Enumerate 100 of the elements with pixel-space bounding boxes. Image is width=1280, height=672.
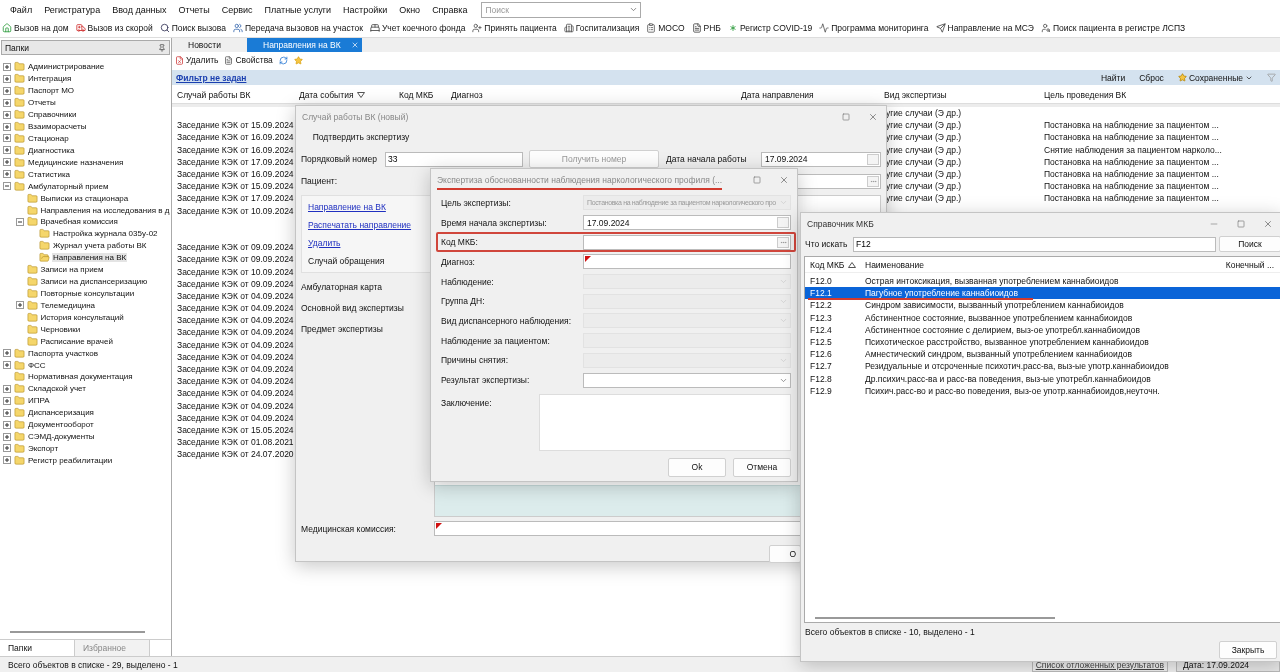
- tree-item[interactable]: Диагностика: [27, 145, 76, 155]
- date-field[interactable]: 17.09.2024: [761, 151, 881, 167]
- ok-button[interactable]: Ok: [668, 457, 726, 477]
- list-row[interactable]: F12.3 Абстинентное состояние, вызванное употреблением каннабиоидов: [805, 311, 1280, 324]
- tree-item[interactable]: Записи на диспансеризацию: [39, 277, 149, 287]
- document-tab[interactable]: Направления на ВК: [247, 38, 362, 52]
- tree-item[interactable]: ФСС: [27, 360, 47, 370]
- toolbar-button[interactable]: Регистр COVID-19: [727, 23, 813, 33]
- toolbar-button[interactable]: Вызов на дом: [2, 23, 69, 33]
- maximize-icon[interactable]: [842, 113, 850, 121]
- close-icon[interactable]: [1263, 219, 1273, 229]
- tree-item[interactable]: Настройка журнала 035у-02: [52, 229, 159, 239]
- expand-toggle[interactable]: [3, 349, 11, 358]
- expand-toggle[interactable]: [15, 301, 24, 310]
- tree-item[interactable]: Регистр реабилитации: [27, 455, 114, 465]
- lookup-field[interactable]: [583, 234, 791, 250]
- picker-button[interactable]: [777, 217, 789, 229]
- list-row[interactable]: F12.5 Психотическое расстройство, вызванное употреблением каннабиоидов: [805, 335, 1280, 349]
- expand-toggle[interactable]: [3, 361, 11, 369]
- column-header[interactable]: Дата события: [294, 90, 394, 100]
- toolbar-button[interactable]: Вызов из скорой: [75, 23, 153, 33]
- list-row[interactable]: F12.7 Резидуальные и отсроченные психотич.расс-ва, выз-ые употр.каннабиоидов: [805, 360, 1280, 373]
- dropdown-field[interactable]: [583, 372, 791, 388]
- expand-toggle[interactable]: [3, 86, 11, 95]
- browse-button[interactable]: [777, 236, 789, 248]
- refresh-icon[interactable]: [278, 55, 288, 65]
- tree-item[interactable]: Нормативная документация: [27, 372, 134, 382]
- tree-item[interactable]: Направления на исследования в д: [39, 205, 171, 215]
- filter-link[interactable]: Фильтр не задан: [176, 72, 247, 83]
- menu-item[interactable]: Регистратура: [38, 4, 107, 15]
- close-button[interactable]: Закрыть: [1219, 641, 1277, 659]
- tree-item[interactable]: Отчеты: [27, 98, 57, 108]
- toolbar-button[interactable]: Удалить: [175, 55, 219, 65]
- column-header[interactable]: Случай работы ВК: [172, 90, 294, 100]
- menu-item[interactable]: Окно: [393, 4, 427, 15]
- tree-item[interactable]: Интеграция: [27, 74, 73, 84]
- tree-item[interactable]: Телемедицина: [39, 300, 97, 310]
- column-header[interactable]: Наименование: [860, 259, 1200, 270]
- column-header[interactable]: Дата направления: [736, 90, 879, 100]
- link[interactable]: Удалить: [308, 234, 426, 252]
- toolbar-button[interactable]: МОСО: [646, 23, 685, 33]
- list-row[interactable]: F12.9 Психич.расс-во и расс-во поведения, выз-ое употр.каннабиоидов,неуточн.: [805, 384, 1280, 397]
- search-field[interactable]: Поиск: [481, 1, 642, 18]
- scrollbar-thumb[interactable]: [815, 617, 1055, 619]
- saved-filters-button[interactable]: Сохраненные: [1177, 72, 1253, 83]
- link[interactable]: Направление на ВК: [308, 198, 426, 216]
- ok-button[interactable]: O: [769, 545, 801, 563]
- tree-item[interactable]: Стационар: [27, 134, 70, 143]
- tree-item[interactable]: Журнал учета работы ВК: [52, 241, 148, 251]
- tree-item[interactable]: СЭМД-документы: [27, 432, 96, 442]
- star-icon[interactable]: [293, 55, 303, 65]
- column-header[interactable]: Цель проведения ВК: [1039, 90, 1280, 100]
- close-icon[interactable]: [868, 112, 878, 122]
- expand-toggle[interactable]: [3, 122, 11, 131]
- date-field[interactable]: 17.09.2024: [583, 215, 791, 231]
- reset-button[interactable]: Сброс: [1139, 72, 1164, 83]
- tree-item[interactable]: Паспорта участков: [27, 348, 100, 358]
- menu-item[interactable]: Файл: [4, 4, 39, 15]
- tree-item[interactable]: Направления на ВК: [52, 253, 128, 263]
- expand-toggle[interactable]: [3, 110, 11, 119]
- menu-item[interactable]: Настройки: [337, 4, 394, 15]
- toolbar-button[interactable]: Госпитализация: [563, 23, 640, 33]
- list-row[interactable]: F12.0 Острая интоксикация, вызванная употреблением каннабиоидов: [805, 275, 1280, 288]
- menu-item[interactable]: Отчеты: [172, 4, 216, 15]
- menu-item[interactable]: Ввод данных: [106, 4, 173, 15]
- expand-toggle[interactable]: [3, 396, 11, 405]
- collapse-toggle[interactable]: [15, 217, 24, 226]
- expand-toggle[interactable]: [3, 444, 11, 453]
- confirm-button[interactable]: Подтвердить экспертизу: [301, 128, 421, 146]
- tree-item[interactable]: Документооборот: [27, 420, 95, 430]
- collapse-toggle[interactable]: [3, 182, 11, 191]
- expand-toggle[interactable]: [3, 98, 11, 107]
- expand-toggle[interactable]: [3, 432, 11, 441]
- input-field[interactable]: [583, 254, 791, 270]
- tree-item[interactable]: Экспорт: [27, 443, 60, 453]
- tree-item[interactable]: Администрирование: [27, 62, 106, 72]
- browse-button[interactable]: [867, 175, 879, 187]
- link[interactable]: Распечатать направление: [308, 216, 426, 234]
- tree-item[interactable]: Повторные консультации: [39, 288, 136, 298]
- expand-toggle[interactable]: [3, 74, 11, 83]
- toolbar-button[interactable]: Принять пациента: [472, 23, 557, 33]
- menu-item[interactable]: Платные услуги: [258, 4, 338, 15]
- input-field[interactable]: 33: [385, 151, 523, 167]
- expand-toggle[interactable]: [3, 384, 11, 393]
- tree-item[interactable]: Взаиморасчеты: [27, 122, 88, 132]
- cancel-button[interactable]: Отмена: [733, 457, 791, 477]
- tree-item[interactable]: История консультаций: [39, 312, 125, 322]
- tree-item[interactable]: ИПРА: [27, 396, 51, 406]
- toolbar-button[interactable]: Свойства: [224, 55, 273, 65]
- filter-icon[interactable]: [1267, 73, 1276, 82]
- column-header[interactable]: Диагноз: [446, 90, 736, 100]
- toolbar-button[interactable]: Учет коечного фонда: [369, 23, 466, 33]
- expand-toggle[interactable]: [3, 408, 11, 417]
- column-header[interactable]: Код МКБ: [805, 259, 860, 270]
- expand-toggle[interactable]: [3, 170, 11, 179]
- tree-item[interactable]: Медицинские назначения: [27, 157, 125, 167]
- tree-item[interactable]: Складской учет: [27, 384, 87, 394]
- scrollbar-thumb[interactable]: [10, 631, 145, 633]
- toolbar-button[interactable]: Поиск пациента в регистре ЛСПЗ: [1041, 23, 1186, 33]
- column-header[interactable]: Вид экспертизы: [879, 90, 1039, 100]
